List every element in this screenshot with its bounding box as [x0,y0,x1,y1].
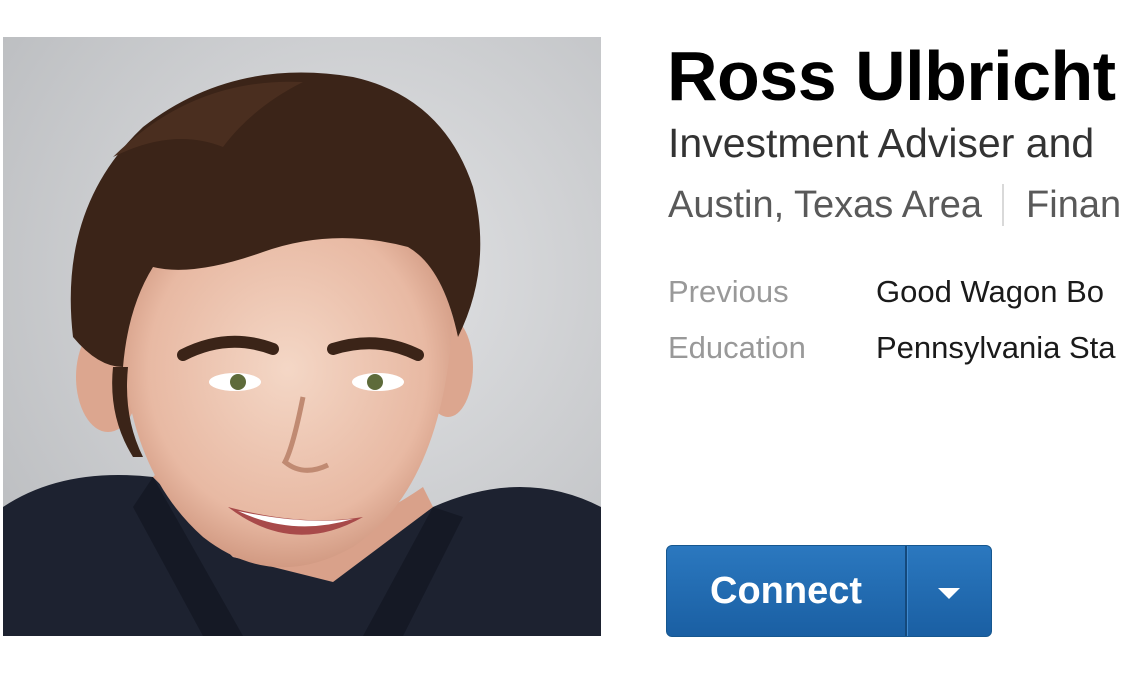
info-value-previous[interactable]: Good Wagon Bo [876,274,1104,309]
profile-name: Ross Ulbricht [667,37,1116,115]
divider [1002,184,1005,226]
info-row-previous: Previous Good Wagon Bo [668,272,1104,312]
info-label: Previous [668,274,789,309]
location-industry-row: Austin, Texas Area Finan [668,180,1121,230]
connect-button[interactable]: Connect [667,546,905,636]
connect-button-group: Connect [666,545,992,637]
profile-industry[interactable]: Finan [1026,180,1121,230]
profile-headline: Investment Adviser and [668,120,1095,166]
chevron-down-icon [938,587,960,599]
profile-photo[interactable] [3,37,601,636]
connect-dropdown-button[interactable] [907,546,991,636]
profile-card: Ross Ulbricht Investment Adviser and Aus… [0,0,1140,680]
profile-location[interactable]: Austin, Texas Area [668,180,982,230]
info-label: Education [668,330,806,365]
info-value-education[interactable]: Pennsylvania Sta [876,330,1116,365]
info-row-education: Education Pennsylvania Sta [668,328,1116,368]
